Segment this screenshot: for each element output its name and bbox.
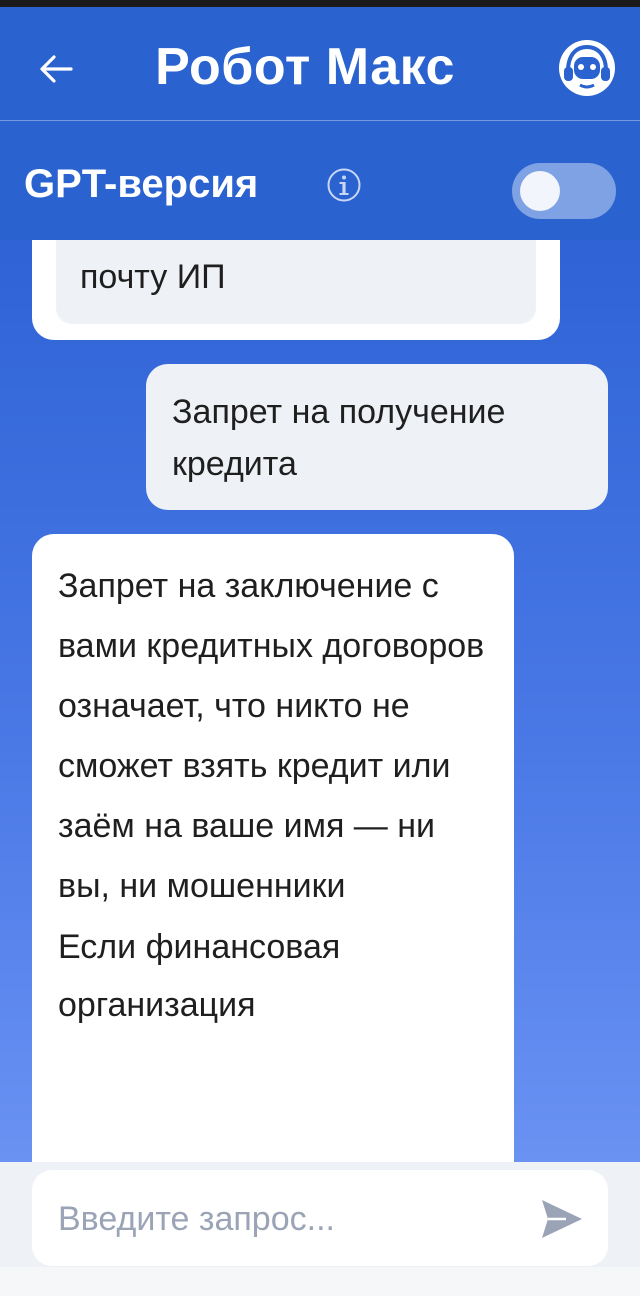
system-nav-bar	[0, 1267, 640, 1296]
user-message: Запрет на получение кредита	[146, 364, 608, 510]
robot-headset-icon	[559, 40, 615, 96]
gpt-version-toggle[interactable]	[512, 163, 616, 219]
info-icon	[327, 168, 361, 202]
message-text: почту ИП	[80, 258, 226, 296]
bot-message-paragraph: Если финансовая организация	[58, 928, 341, 1024]
app-header: Робот Макс GPT-версия	[0, 7, 640, 240]
chat-area[interactable]: почту ИП Запрет на получение кредита Зап…	[0, 240, 640, 1162]
info-button[interactable]	[326, 167, 362, 203]
page-title: Робот Макс	[155, 38, 455, 96]
input-container	[32, 1170, 608, 1268]
bot-message: Запрет на заключение с вами кредитных до…	[32, 534, 514, 1162]
gpt-version-label: GPT-версия	[24, 162, 259, 206]
bot-message-previous: почту ИП	[32, 240, 560, 340]
query-input[interactable]	[56, 1170, 520, 1268]
status-strip	[0, 0, 640, 7]
quoted-option[interactable]: почту ИП	[56, 240, 536, 324]
send-icon	[542, 1200, 582, 1238]
send-button[interactable]	[538, 1196, 586, 1242]
header-divider	[0, 120, 640, 121]
composer	[0, 1162, 640, 1268]
bot-avatar[interactable]	[556, 37, 618, 99]
toggle-knob	[520, 171, 560, 211]
bot-message-paragraph: Запрет на заключение с вами кредитных до…	[58, 567, 485, 905]
